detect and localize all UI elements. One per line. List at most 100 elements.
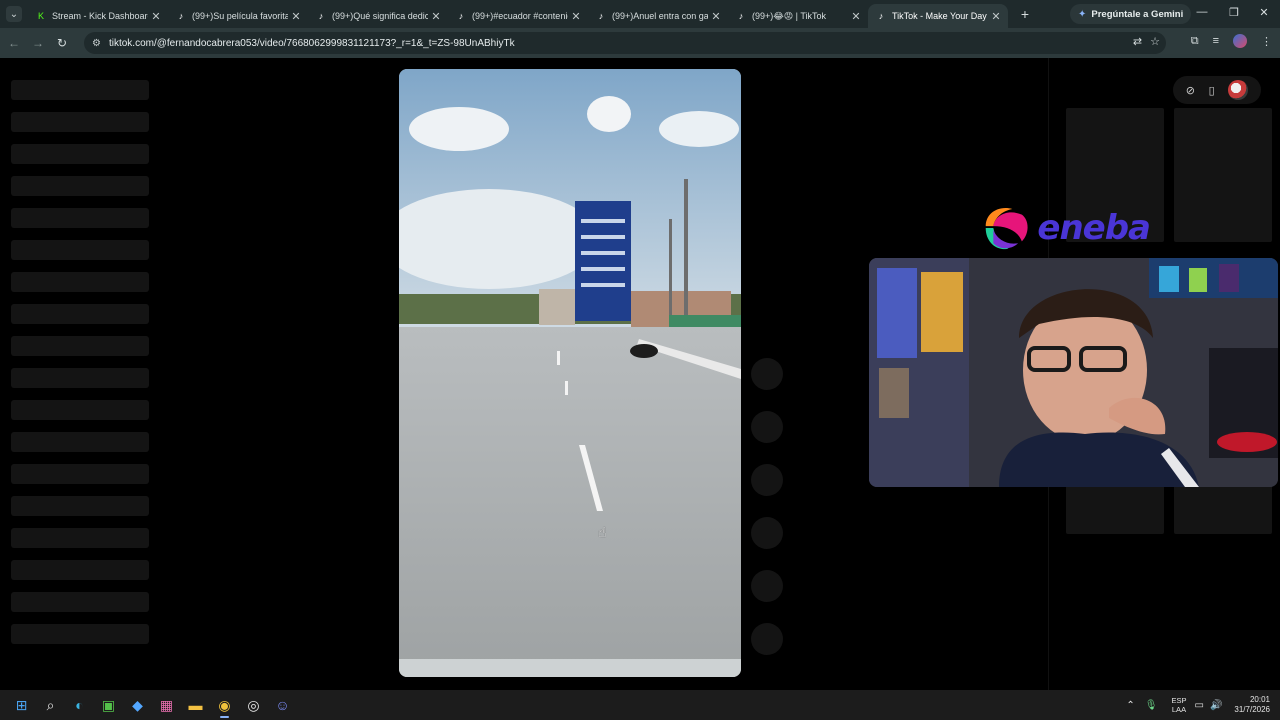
compass-icon[interactable]: ⊘ xyxy=(1186,84,1195,97)
browser-tab[interactable]: ♪ (99+)Anuel entra con galli ✕ xyxy=(588,4,728,28)
browser-tab[interactable]: ♪ TikTok - Make Your Day ✕ xyxy=(868,4,1008,28)
loading-placeholder xyxy=(11,176,149,196)
media-app-icon[interactable]: ▦ xyxy=(152,690,181,720)
browser-tab[interactable]: ♪ (99+)#ecuador #contenido ✕ xyxy=(448,4,588,28)
share-button[interactable] xyxy=(751,517,783,549)
tiktok-favicon-icon: ♪ xyxy=(598,11,604,21)
address-bar[interactable]: ⚙ tiktok.com/@fernandocabrera053/video/7… xyxy=(84,32,1166,54)
close-tab-icon[interactable]: ✕ xyxy=(708,10,724,23)
loading-placeholder xyxy=(11,112,149,132)
tiktok-favicon-icon: ♪ xyxy=(318,11,324,21)
loading-placeholder xyxy=(11,240,149,260)
mouse-cursor-icon: ☝ xyxy=(598,524,607,540)
gemini-icon: ✦ xyxy=(1078,8,1087,20)
browser-tab[interactable]: ♪ (99+)Qué significa dedica ✕ xyxy=(308,4,448,28)
close-tab-icon[interactable]: ✕ xyxy=(428,10,444,23)
close-tab-icon[interactable]: ✕ xyxy=(988,10,1004,23)
site-info-icon[interactable]: ⚙ xyxy=(92,38,101,49)
tab-title: (99+)Qué significa dedica xyxy=(332,11,428,21)
phone-icon[interactable]: ▯ xyxy=(1209,84,1215,97)
browser-menu-icon[interactable]: ⋮ xyxy=(1261,35,1272,48)
browser-tab-bar: ⌄ K Stream - Kick Dashboard ✕ ♪ (99+)Su pelí… xyxy=(0,0,1280,28)
discord-icon[interactable]: ☺ xyxy=(268,690,297,720)
like-button[interactable] xyxy=(751,358,783,390)
reload-button[interactable]: ↻ xyxy=(50,36,74,50)
file-explorer-icon[interactable]: ▬ xyxy=(181,690,210,720)
tab-title: (99+)Anuel entra con galli xyxy=(612,11,708,21)
profile-avatar-icon[interactable] xyxy=(1233,34,1247,48)
microphone-icon[interactable]: 🎙 xyxy=(1145,700,1158,711)
loading-placeholder xyxy=(11,80,149,100)
save-button[interactable] xyxy=(751,464,783,496)
loading-placeholder xyxy=(11,592,149,612)
toolbar-right-actions: ⧉ ≡ ⋮ xyxy=(1191,34,1272,48)
minecraft-icon[interactable]: ▣ xyxy=(94,690,123,720)
close-tab-icon[interactable]: ✕ xyxy=(848,10,864,23)
browser-tab[interactable]: K Stream - Kick Dashboard ✕ xyxy=(28,4,168,28)
app-icon[interactable]: ◆ xyxy=(123,690,152,720)
top-right-actions: ⊘ ▯ xyxy=(1173,76,1261,104)
volume-icon[interactable]: 🔊 xyxy=(1210,700,1222,711)
close-tab-icon[interactable]: ✕ xyxy=(288,10,304,23)
video-frame xyxy=(399,69,741,677)
tab-title: TikTok - Make Your Day xyxy=(892,11,987,21)
tab-title: Stream - Kick Dashboard xyxy=(52,11,148,21)
tiktok-favicon-icon: ♪ xyxy=(458,11,464,21)
edge-icon[interactable]: ◐ xyxy=(65,690,94,720)
tiktok-favicon-icon: ♪ xyxy=(878,11,884,21)
minimize-button[interactable]: — xyxy=(1192,6,1212,18)
loading-placeholder xyxy=(11,368,149,388)
search-icon[interactable]: ⌕ xyxy=(36,690,65,720)
translate-icon[interactable]: ⇄ xyxy=(1133,35,1142,48)
tab-search-button[interactable]: ⌄ xyxy=(6,6,22,22)
obs-icon[interactable]: ◎ xyxy=(239,690,268,720)
tiktok-favicon-icon: ♪ xyxy=(178,11,184,21)
restore-button[interactable]: ❐ xyxy=(1224,6,1244,19)
kick-favicon-icon: K xyxy=(37,11,44,21)
loading-placeholder xyxy=(11,144,149,164)
chrome-icon[interactable]: ◉ xyxy=(210,690,239,720)
close-tab-icon[interactable]: ✕ xyxy=(148,10,164,23)
tray-overflow-icon[interactable]: ⌃ xyxy=(1126,700,1134,711)
new-tab-button[interactable]: + xyxy=(1014,6,1036,22)
close-tab-icon[interactable]: ✕ xyxy=(568,10,584,23)
music-disc-button[interactable] xyxy=(751,623,783,655)
video-player[interactable] xyxy=(399,69,741,677)
windows-taskbar: ⊞ ⌕ ◐ ▣ ◆ ▦ ▬ ◉ ◎ ☺ ⌃ 🎙 ESP LAA ▭ 🔊 20:0… xyxy=(0,690,1280,720)
browser-tab[interactable]: ♪ (99+)😂😡 | TikTok ✕ xyxy=(728,4,868,28)
tab-title: (99+)#ecuador #contenido xyxy=(472,11,568,21)
tab-title: (99+)😂😡 | TikTok xyxy=(752,10,827,21)
windows-start-icon[interactable]: ⊞ xyxy=(7,690,36,720)
forward-button[interactable]: → xyxy=(26,36,50,50)
browser-tab[interactable]: ♪ (99+)Su película favorita F ✕ xyxy=(168,4,308,28)
system-tray: ⌃ 🎙 ESP LAA ▭ 🔊 20:01 31/7/2026 xyxy=(1126,690,1280,720)
loading-placeholder xyxy=(11,464,149,484)
tiktok-page: ⊘ ▯ eneba ☝ xyxy=(0,58,1280,690)
extensions-icon[interactable]: ⧉ xyxy=(1191,35,1199,48)
webcam-overlay xyxy=(869,258,1278,487)
suggested-video-thumb[interactable] xyxy=(1174,108,1272,242)
taskbar-clock[interactable]: 20:01 31/7/2026 xyxy=(1234,695,1270,715)
address-bar-actions: ⇄ ☆ xyxy=(1133,35,1160,48)
eneba-logo-icon xyxy=(985,207,1028,250)
comment-button[interactable] xyxy=(751,411,783,443)
close-window-button[interactable]: ✕ xyxy=(1254,6,1274,19)
loading-placeholder xyxy=(11,400,149,420)
more-button[interactable] xyxy=(751,570,783,602)
webcam-feed xyxy=(869,258,1278,487)
user-avatar[interactable] xyxy=(1228,80,1249,100)
back-button[interactable]: ← xyxy=(2,36,26,50)
network-icon[interactable]: ▭ xyxy=(1195,700,1204,711)
bookmark-star-icon[interactable]: ☆ xyxy=(1150,35,1160,48)
ask-gemini-button[interactable]: ✦ Pregúntale a Gemini xyxy=(1070,4,1192,24)
eneba-wordmark: eneba xyxy=(1037,208,1151,248)
address-url: tiktok.com/@fernandocabrera053/video/766… xyxy=(108,37,515,49)
tab-strip: K Stream - Kick Dashboard ✕ ♪ (99+)Su pelícu… xyxy=(28,0,1008,28)
input-language[interactable]: ESP LAA xyxy=(1171,696,1186,714)
loading-placeholder xyxy=(11,272,149,292)
loading-placeholder xyxy=(11,496,149,516)
loading-placeholder xyxy=(11,304,149,324)
browser-toolbar: ← → ↻ ⚙ tiktok.com/@fernandocabrera053/v… xyxy=(0,28,1280,58)
loading-placeholder xyxy=(11,624,149,644)
media-controls-icon[interactable]: ≡ xyxy=(1213,35,1219,47)
